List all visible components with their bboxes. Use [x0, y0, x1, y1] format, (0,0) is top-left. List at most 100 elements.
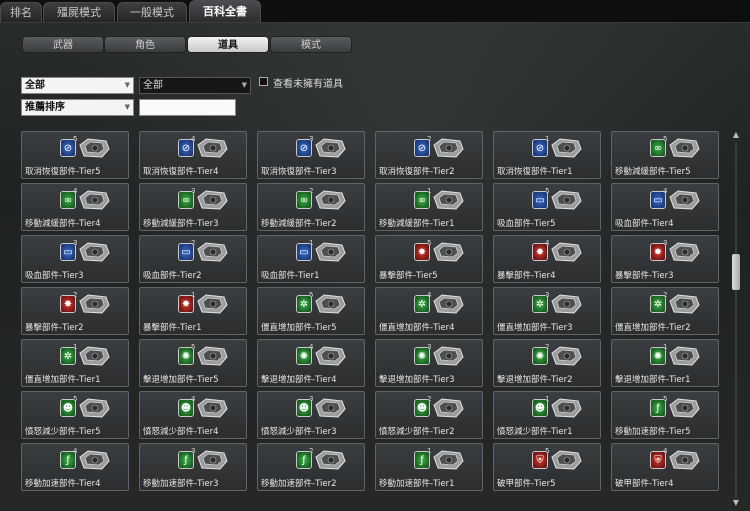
knockback-icon: ✺: [178, 347, 194, 365]
item-part-image: [315, 242, 346, 262]
item-card[interactable]: 3∞移動減緩部件-Tier3: [139, 183, 247, 231]
item-card[interactable]: 1✸暴擊部件-Tier1: [139, 287, 247, 335]
subtab-weapons[interactable]: 武器: [22, 36, 104, 53]
critical-burst-icon: ✸: [414, 243, 430, 261]
chain-icon: ∞: [178, 191, 194, 209]
critical-burst-icon: ✸: [178, 295, 194, 313]
item-part-image: [551, 138, 582, 158]
item-card[interactable]: 5✲僵直增加部件-Tier5: [257, 287, 365, 335]
item-name: 移動減緩部件-Tier3: [143, 219, 219, 229]
item-card[interactable]: 1⊘取消恢復部件-Tier1: [493, 131, 601, 179]
chevron-down-icon: ▼: [124, 103, 130, 111]
item-part-image: [315, 450, 346, 470]
subtab-modes[interactable]: 模式: [270, 36, 352, 53]
scroll-up-arrow-icon[interactable]: ▲: [731, 130, 741, 140]
tab-normal-mode[interactable]: 一般模式: [117, 2, 187, 22]
item-name: 取消恢復部件-Tier5: [25, 167, 101, 177]
scroll-track[interactable]: [735, 142, 737, 498]
item-grid: 5⊘取消恢復部件-Tier54⊘取消恢復部件-Tier43⊘取消恢復部件-Tie…: [21, 131, 721, 511]
tab-zombie-mode[interactable]: 殭屍模式: [43, 2, 115, 22]
item-part-image: [79, 294, 110, 314]
item-part-image: [79, 242, 110, 262]
item-card[interactable]: 4✺擊退增加部件-Tier4: [257, 339, 365, 387]
item-card[interactable]: 3✺擊退增加部件-Tier3: [375, 339, 483, 387]
category-dropdown-1[interactable]: 全部 ▼: [21, 77, 134, 94]
item-part-image: [551, 294, 582, 314]
item-card[interactable]: 4∞移動減緩部件-Tier4: [21, 183, 129, 231]
scrollbar[interactable]: ▲ ▼: [731, 130, 741, 510]
sort-dropdown[interactable]: 推薦排序 ▼: [21, 99, 134, 116]
item-name: 僵直增加部件-Tier4: [379, 323, 455, 333]
item-card[interactable]: 3✲僵直增加部件-Tier3: [493, 287, 601, 335]
item-part-image: [551, 242, 582, 262]
item-card[interactable]: 3☻憤怒減少部件-Tier3: [257, 391, 365, 439]
tab-encyclopedia[interactable]: 百科全書: [189, 0, 261, 22]
item-card[interactable]: 4✸暴擊部件-Tier4: [493, 235, 601, 283]
item-card[interactable]: 4✲僵直增加部件-Tier4: [375, 287, 483, 335]
item-card[interactable]: 4⊘取消恢復部件-Tier4: [139, 131, 247, 179]
item-card[interactable]: 4☻憤怒減少部件-Tier4: [139, 391, 247, 439]
speed-boot-icon: ƒ: [60, 451, 76, 469]
subtab-characters[interactable]: 角色: [104, 36, 186, 53]
item-card[interactable]: 2⊘取消恢復部件-Tier2: [375, 131, 483, 179]
item-card[interactable]: 1∞移動減緩部件-Tier1: [375, 183, 483, 231]
subtab-items[interactable]: 道具: [187, 36, 269, 53]
item-name: 暴擊部件-Tier1: [143, 323, 202, 333]
item-card[interactable]: 2∞移動減緩部件-Tier2: [257, 183, 365, 231]
item-card[interactable]: 1✲僵直增加部件-Tier1: [21, 339, 129, 387]
item-card[interactable]: 5✸暴擊部件-Tier5: [375, 235, 483, 283]
item-name: 移動減緩部件-Tier2: [261, 219, 337, 229]
knockback-icon: ✺: [414, 347, 430, 365]
item-part-image: [551, 450, 582, 470]
item-card[interactable]: 2☻憤怒減少部件-Tier2: [375, 391, 483, 439]
scroll-thumb[interactable]: [732, 254, 740, 290]
item-card[interactable]: 5ƒ移動加速部件-Tier5: [611, 391, 719, 439]
item-part-image: [551, 398, 582, 418]
item-name: 擊退增加部件-Tier2: [497, 375, 573, 385]
scroll-down-arrow-icon[interactable]: ▼: [731, 498, 741, 508]
item-part-image: [433, 450, 464, 470]
item-card[interactable]: 5▭吸血部件-Tier5: [493, 183, 601, 231]
item-card[interactable]: 4⛨破甲部件-Tier4: [611, 443, 719, 491]
item-card[interactable]: 5⛨破甲部件-Tier5: [493, 443, 601, 491]
item-name: 移動加速部件-Tier3: [143, 479, 219, 489]
item-card[interactable]: 2✲僵直增加部件-Tier2: [611, 287, 719, 335]
item-card[interactable]: 3✸暴擊部件-Tier3: [611, 235, 719, 283]
recovery-cancel-icon: ⊘: [60, 139, 76, 157]
item-card[interactable]: 1▭吸血部件-Tier1: [257, 235, 365, 283]
item-card[interactable]: 2✸暴擊部件-Tier2: [21, 287, 129, 335]
item-card[interactable]: 2✺擊退增加部件-Tier2: [493, 339, 601, 387]
item-name: 移動加速部件-Tier4: [25, 479, 101, 489]
item-card[interactable]: 3ƒ移動加速部件-Tier3: [139, 443, 247, 491]
critical-burst-icon: ✸: [650, 243, 666, 261]
item-card[interactable]: 1☻憤怒減少部件-Tier1: [493, 391, 601, 439]
item-card[interactable]: 3▭吸血部件-Tier3: [21, 235, 129, 283]
category-dropdown-2[interactable]: 全部 ▼: [139, 77, 251, 94]
item-name: 吸血部件-Tier4: [615, 219, 674, 229]
item-name: 僵直增加部件-Tier3: [497, 323, 573, 333]
item-name: 擊退增加部件-Tier3: [379, 375, 455, 385]
item-card[interactable]: 1ƒ移動加速部件-Tier1: [375, 443, 483, 491]
item-name: 吸血部件-Tier3: [25, 271, 84, 281]
item-card[interactable]: 4ƒ移動加速部件-Tier4: [21, 443, 129, 491]
item-name: 移動加速部件-Tier2: [261, 479, 337, 489]
show-unowned-checkbox[interactable]: [259, 77, 268, 86]
item-card[interactable]: 5⊘取消恢復部件-Tier5: [21, 131, 129, 179]
item-card[interactable]: 2▭吸血部件-Tier2: [139, 235, 247, 283]
stun-icon: ✲: [296, 295, 312, 313]
item-card[interactable]: 5∞移動減緩部件-Tier5: [611, 131, 719, 179]
item-card[interactable]: 3⊘取消恢復部件-Tier3: [257, 131, 365, 179]
knockback-icon: ✺: [650, 347, 666, 365]
item-card[interactable]: 5☻憤怒減少部件-Tier5: [21, 391, 129, 439]
search-input[interactable]: [139, 99, 236, 116]
item-card[interactable]: 2ƒ移動加速部件-Tier2: [257, 443, 365, 491]
item-name: 移動減緩部件-Tier1: [379, 219, 455, 229]
chain-icon: ∞: [296, 191, 312, 209]
vampire-icon: ▭: [296, 243, 312, 261]
chain-icon: ∞: [650, 139, 666, 157]
rage-icon: ☻: [296, 399, 312, 417]
item-card[interactable]: 1✺擊退增加部件-Tier1: [611, 339, 719, 387]
item-card[interactable]: 4▭吸血部件-Tier4: [611, 183, 719, 231]
tab-ranking[interactable]: 排名: [0, 2, 42, 22]
item-card[interactable]: 5✺擊退增加部件-Tier5: [139, 339, 247, 387]
